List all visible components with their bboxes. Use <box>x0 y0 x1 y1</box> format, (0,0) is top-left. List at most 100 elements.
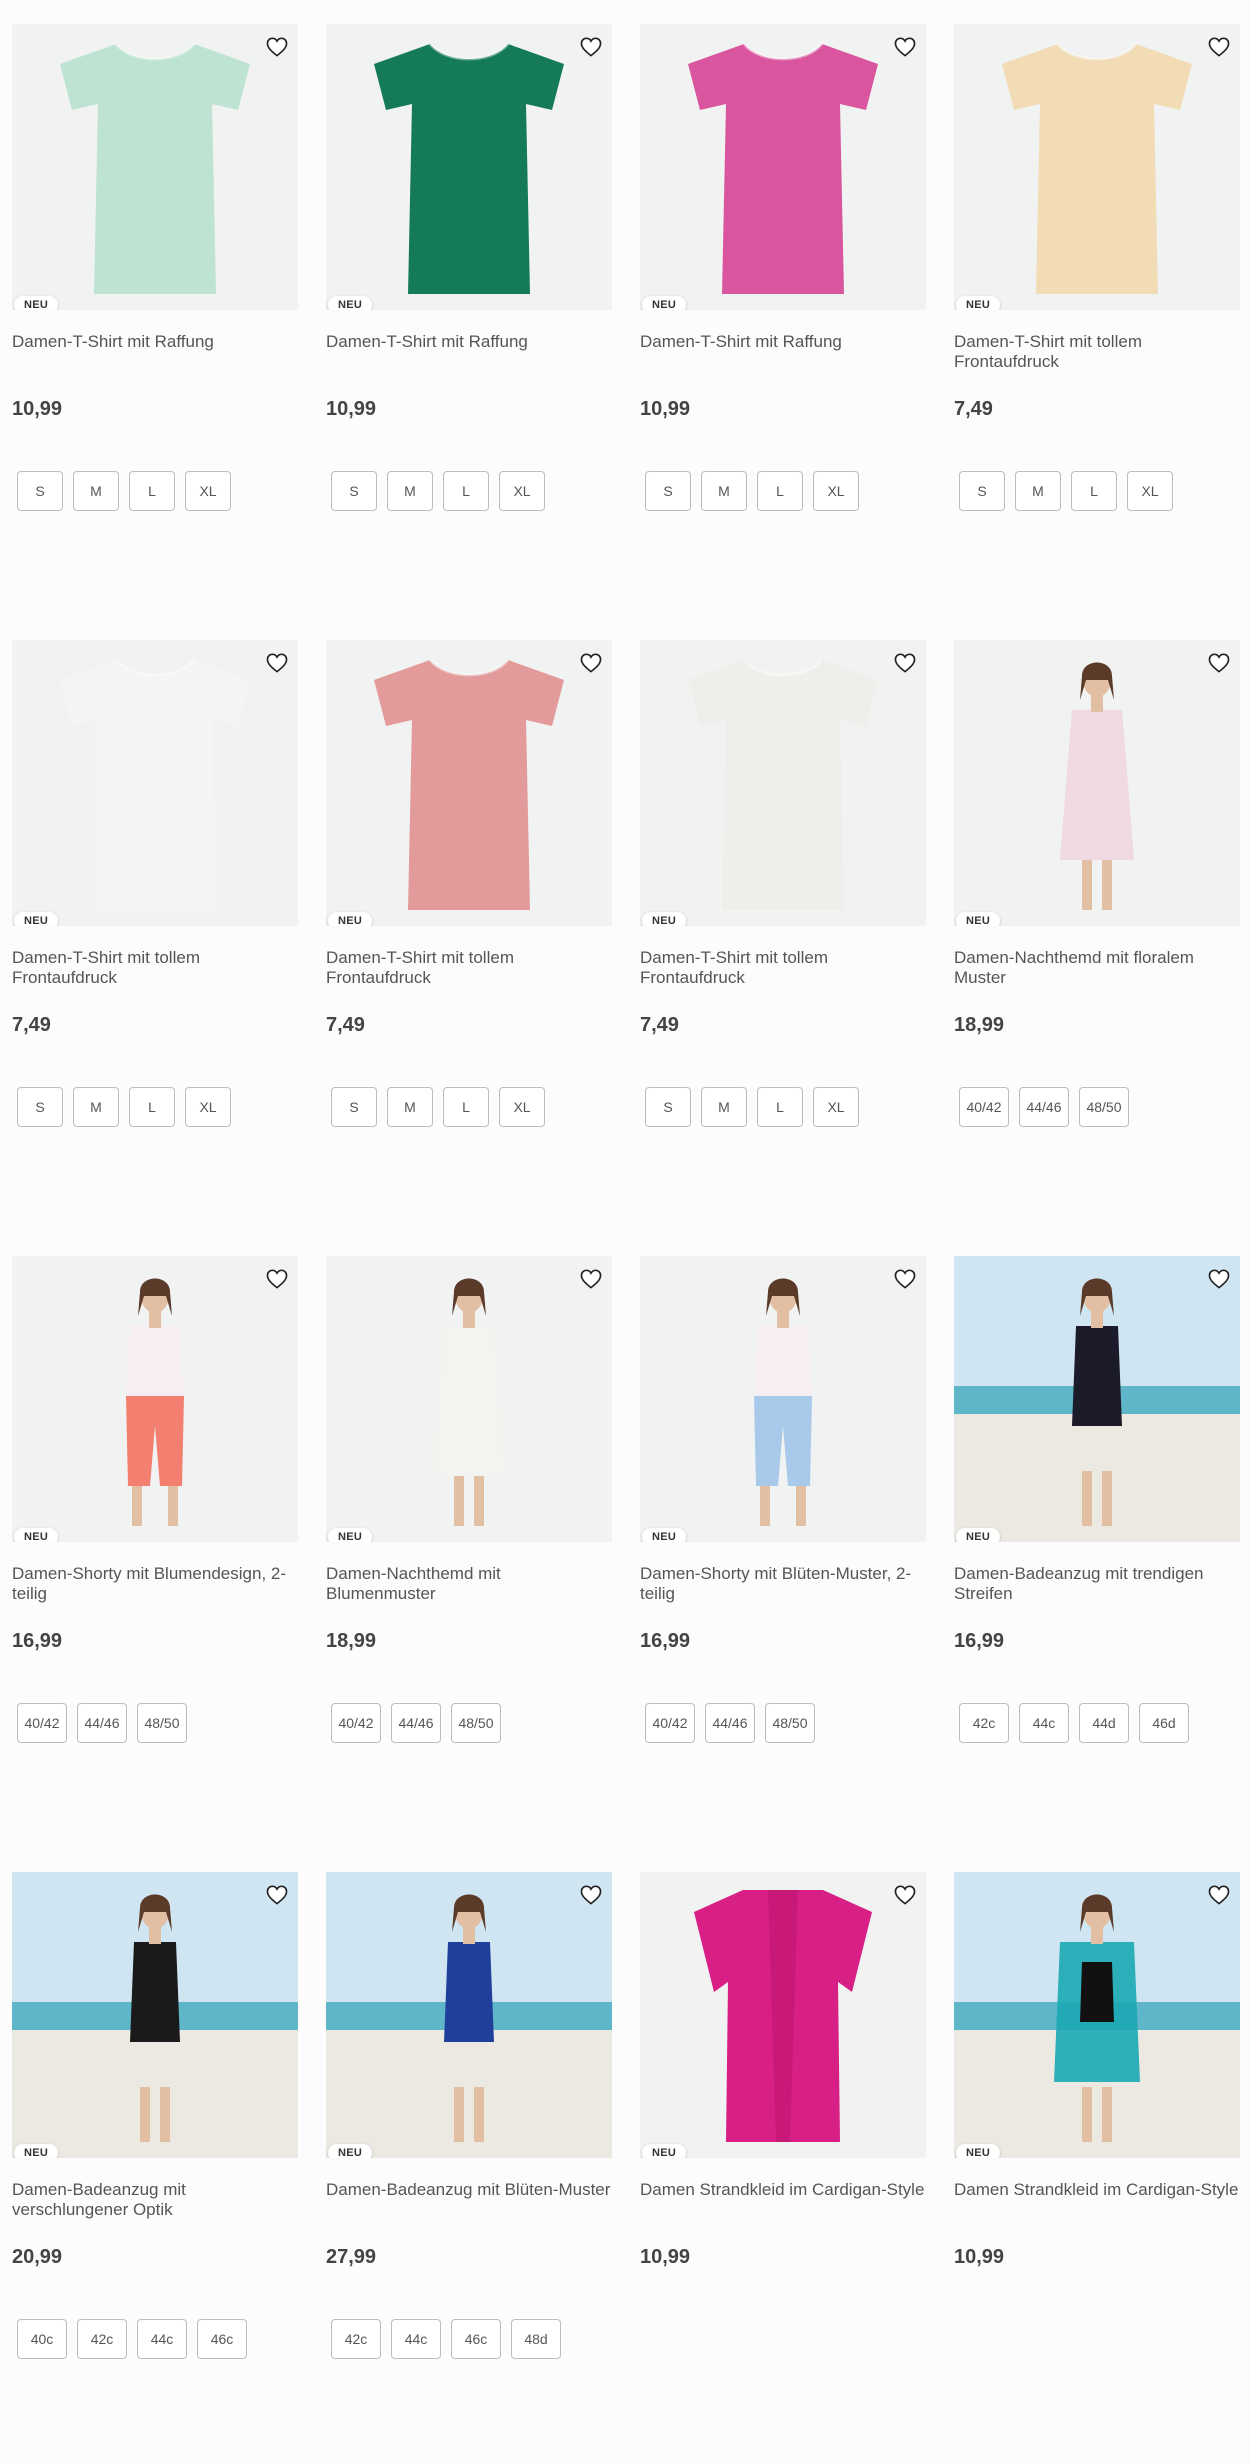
size-option[interactable]: 44c <box>391 2319 441 2359</box>
product-title[interactable]: Damen-Badeanzug mit verschlungener Optik <box>12 2180 298 2222</box>
size-option[interactable]: 48/50 <box>137 1703 187 1743</box>
size-option[interactable]: S <box>331 1087 377 1127</box>
product-card[interactable]: NEU Damen-Badeanzug mit trendigen Streife… <box>954 1256 1240 1743</box>
product-title[interactable]: Damen-T-Shirt mit tollem Frontaufdruck <box>12 948 298 990</box>
product-title[interactable]: Damen-T-Shirt mit Raffung <box>12 332 298 374</box>
size-option[interactable]: 40/42 <box>645 1703 695 1743</box>
heart-icon[interactable] <box>892 34 918 60</box>
product-card[interactable]: NEU Damen-T-Shirt mit tollem Frontaufdruc… <box>954 24 1240 511</box>
product-image[interactable]: NEU <box>640 1872 926 2158</box>
size-option[interactable]: 48/50 <box>451 1703 501 1743</box>
product-title[interactable]: Damen Strandkleid im Cardigan-Style <box>954 2180 1240 2222</box>
heart-icon[interactable] <box>264 1266 290 1292</box>
size-option[interactable]: XL <box>499 1087 545 1127</box>
product-card[interactable]: NEU Damen-Nachthemd mit floralem Muster 18… <box>954 640 1240 1127</box>
size-option[interactable]: 48d <box>511 2319 561 2359</box>
size-option[interactable]: 44/46 <box>705 1703 755 1743</box>
heart-icon[interactable] <box>1206 1266 1232 1292</box>
product-title[interactable]: Damen Strandkleid im Cardigan-Style <box>640 2180 926 2222</box>
product-card[interactable]: NEU Damen Strandkleid im Cardigan-Style 10… <box>640 1872 926 2319</box>
size-option[interactable]: 46d <box>1139 1703 1189 1743</box>
heart-icon[interactable] <box>264 1882 290 1908</box>
product-image[interactable]: NEU <box>12 1872 298 2158</box>
product-title[interactable]: Damen-T-Shirt mit tollem Frontaufdruck <box>326 948 612 990</box>
size-option[interactable]: L <box>1071 471 1117 511</box>
size-option[interactable]: M <box>1015 471 1061 511</box>
size-option[interactable]: S <box>959 471 1005 511</box>
product-title[interactable]: Damen-T-Shirt mit Raffung <box>326 332 612 374</box>
size-option[interactable]: XL <box>499 471 545 511</box>
size-option[interactable]: 42c <box>959 1703 1009 1743</box>
product-card[interactable]: NEU Damen-T-Shirt mit tollem Frontaufdruc… <box>12 640 298 1127</box>
size-option[interactable]: L <box>757 1087 803 1127</box>
product-title[interactable]: Damen-T-Shirt mit tollem Frontaufdruck <box>640 948 926 990</box>
size-option[interactable]: 44c <box>1019 1703 1069 1743</box>
size-option[interactable]: 46c <box>451 2319 501 2359</box>
product-title[interactable]: Damen-Shorty mit Blumendesign, 2-teilig <box>12 1564 298 1606</box>
size-option[interactable]: M <box>387 1087 433 1127</box>
product-card[interactable]: NEU Damen-Shorty mit Blumendesign, 2-teil… <box>12 1256 298 1743</box>
product-image[interactable]: NEU <box>954 24 1240 310</box>
heart-icon[interactable] <box>578 34 604 60</box>
product-card[interactable]: NEU Damen Strandkleid im Cardigan-Style 10… <box>954 1872 1240 2319</box>
product-card[interactable]: NEU Damen-Shorty mit Blüten-Muster, 2-tei… <box>640 1256 926 1743</box>
heart-icon[interactable] <box>264 650 290 676</box>
product-card[interactable]: NEU Damen-T-Shirt mit Raffung 10,99 S M L XL <box>12 24 298 511</box>
size-option[interactable]: XL <box>185 471 231 511</box>
size-option[interactable]: S <box>17 1087 63 1127</box>
size-option[interactable]: 46c <box>197 2319 247 2359</box>
size-option[interactable]: 40/42 <box>17 1703 67 1743</box>
size-option[interactable]: M <box>701 471 747 511</box>
size-option[interactable]: 44/46 <box>391 1703 441 1743</box>
product-title[interactable]: Damen-Shorty mit Blüten-Muster, 2-teilig <box>640 1564 926 1606</box>
heart-icon[interactable] <box>578 1266 604 1292</box>
size-option[interactable]: S <box>645 1087 691 1127</box>
size-option[interactable]: 40/42 <box>959 1087 1009 1127</box>
size-option[interactable]: M <box>387 471 433 511</box>
product-image[interactable]: NEU <box>954 640 1240 926</box>
size-option[interactable]: L <box>443 471 489 511</box>
size-option[interactable]: XL <box>185 1087 231 1127</box>
size-option[interactable]: S <box>331 471 377 511</box>
product-card[interactable]: NEU Damen-Badeanzug mit verschlungener Op… <box>12 1872 298 2359</box>
product-card[interactable]: NEU Damen-T-Shirt mit tollem Frontaufdruc… <box>326 640 612 1127</box>
size-option[interactable]: XL <box>813 1087 859 1127</box>
product-title[interactable]: Damen-Nachthemd mit floralem Muster <box>954 948 1240 990</box>
heart-icon[interactable] <box>1206 34 1232 60</box>
size-option[interactable]: 44c <box>137 2319 187 2359</box>
size-option[interactable]: XL <box>1127 471 1173 511</box>
product-image[interactable]: NEU <box>326 640 612 926</box>
size-option[interactable]: 48/50 <box>765 1703 815 1743</box>
heart-icon[interactable] <box>892 1266 918 1292</box>
product-title[interactable]: Damen-T-Shirt mit Raffung <box>640 332 926 374</box>
product-card[interactable]: NEU Damen-T-Shirt mit Raffung 10,99 S M L XL <box>640 24 926 511</box>
heart-icon[interactable] <box>892 650 918 676</box>
size-option[interactable]: L <box>129 1087 175 1127</box>
product-image[interactable]: NEU <box>12 1256 298 1542</box>
heart-icon[interactable] <box>264 34 290 60</box>
size-option[interactable]: 44/46 <box>1019 1087 1069 1127</box>
heart-icon[interactable] <box>578 1882 604 1908</box>
size-option[interactable]: L <box>129 471 175 511</box>
product-title[interactable]: Damen-Nachthemd mit Blumenmuster <box>326 1564 612 1606</box>
size-option[interactable]: L <box>443 1087 489 1127</box>
product-title[interactable]: Damen-T-Shirt mit tollem Frontaufdruck <box>954 332 1240 374</box>
size-option[interactable]: 40/42 <box>331 1703 381 1743</box>
size-option[interactable]: S <box>17 471 63 511</box>
product-image[interactable]: NEU <box>640 640 926 926</box>
size-option[interactable]: XL <box>813 471 859 511</box>
product-image[interactable]: NEU <box>12 640 298 926</box>
size-option[interactable]: 42c <box>77 2319 127 2359</box>
product-image[interactable]: NEU <box>954 1872 1240 2158</box>
size-option[interactable]: 44d <box>1079 1703 1129 1743</box>
product-card[interactable]: NEU Damen-T-Shirt mit Raffung 10,99 S M L XL <box>326 24 612 511</box>
size-option[interactable]: 40c <box>17 2319 67 2359</box>
heart-icon[interactable] <box>1206 650 1232 676</box>
size-option[interactable]: 48/50 <box>1079 1087 1129 1127</box>
size-option[interactable]: L <box>757 471 803 511</box>
heart-icon[interactable] <box>578 650 604 676</box>
product-image[interactable]: NEU <box>326 1256 612 1542</box>
product-card[interactable]: NEU Damen-Nachthemd mit Blumenmuster 18,99… <box>326 1256 612 1743</box>
product-image[interactable]: NEU <box>640 1256 926 1542</box>
size-option[interactable]: M <box>73 471 119 511</box>
